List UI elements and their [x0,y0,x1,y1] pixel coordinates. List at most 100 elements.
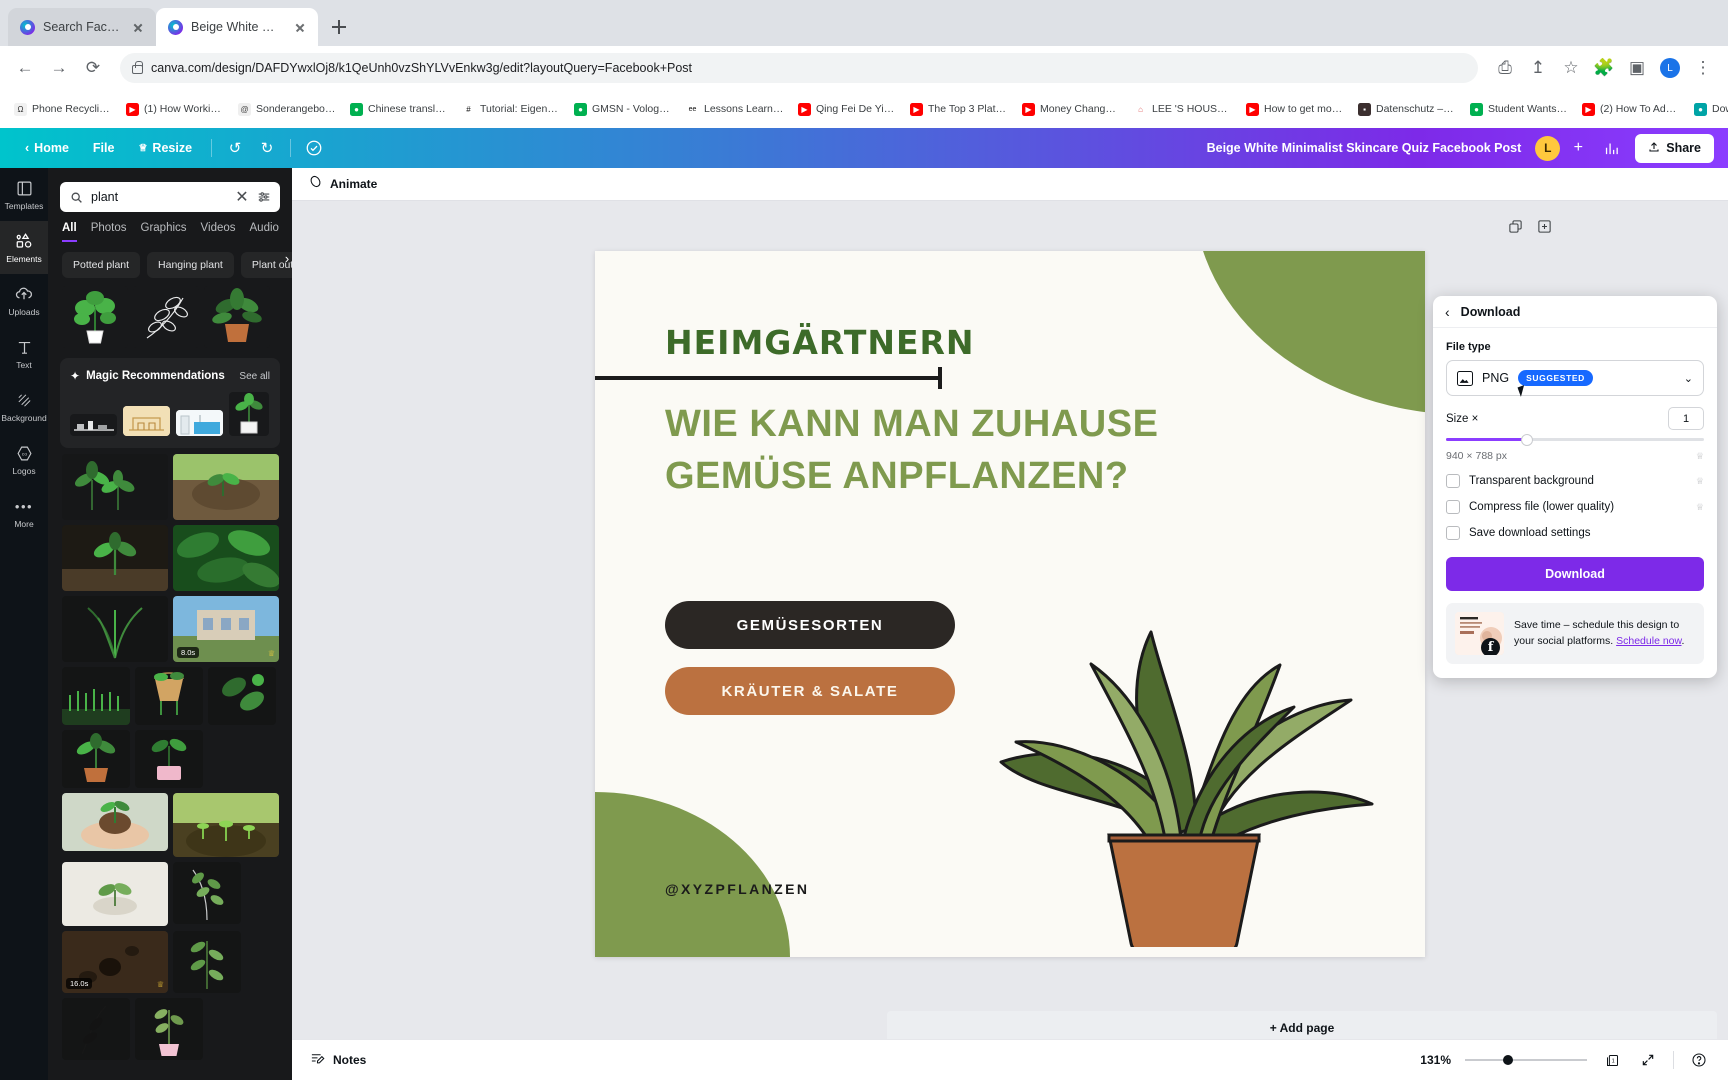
translate-icon[interactable]: ⎙ [1490,53,1520,83]
tab-audio[interactable]: Audio [250,222,279,242]
add-page-icon[interactable] [1537,219,1552,237]
checkbox[interactable] [1446,474,1460,488]
search-input[interactable]: plant [91,190,227,204]
size-input[interactable]: 1 [1668,407,1704,430]
bookmark-item[interactable]: ● GMSN - Vologda... [568,100,678,119]
magic-item[interactable] [176,410,223,436]
option-transparent-background[interactable]: Transparent background ♕ [1446,474,1704,488]
bookmark-item[interactable]: ▶ (1) How Working a... [120,100,230,119]
bookmark-item[interactable]: ▶ Qing Fei De Yi - Y... [792,100,902,119]
share-button[interactable]: Share [1635,133,1714,163]
sidebar-item-elements[interactable]: Elements [0,221,48,274]
result-item[interactable] [173,525,279,591]
tab-all[interactable]: All [62,222,77,242]
bookmark-item[interactable]: ▶ Money Changes E... [1016,100,1126,119]
home-button[interactable]: ‹ Home [14,134,80,162]
search-box[interactable]: plant ✕ [60,182,280,212]
result-item[interactable] [173,862,241,924]
browser-menu-icon[interactable]: ⋮ [1688,53,1718,83]
fullscreen-icon[interactable] [1637,1049,1659,1071]
help-icon[interactable] [1688,1049,1710,1071]
resize-button[interactable]: ♕ Resize [127,134,203,162]
tab-graphics[interactable]: Graphics [141,222,187,242]
extension-generic-icon[interactable]: ▣ [1622,53,1652,83]
result-item[interactable]: 8.0s ♕ [173,596,279,662]
result-item[interactable] [62,730,130,788]
bookmark-item[interactable]: ● Chinese translatio... [344,100,454,119]
avatar[interactable]: L [1535,135,1561,161]
file-menu-button[interactable]: File [82,134,126,162]
notes-button[interactable]: Notes [310,1051,366,1069]
tab-videos[interactable]: Videos [201,222,236,242]
extension-puzzle-icon[interactable]: 🧩 [1589,53,1619,83]
size-slider-knob[interactable] [1520,433,1533,446]
animate-label[interactable]: Animate [330,177,377,191]
plant-illustration[interactable] [981,547,1381,947]
see-all-link[interactable]: See all [239,371,270,382]
cloud-saved-icon[interactable] [299,134,329,162]
share-icon[interactable]: ↥ [1523,53,1553,83]
option-compress-file[interactable]: Compress file (lower quality) ♕ [1446,500,1704,514]
document-title[interactable]: Beige White Minimalist Skincare Quiz Fac… [1207,141,1522,155]
result-item[interactable] [173,931,241,993]
browser-tab-0[interactable]: Search Facebook Post - Canva [8,8,156,46]
bookmark-item[interactable]: ▶ The Top 3 Platfor... [904,100,1014,119]
sidebar-item-logos[interactable]: co Logos [0,433,48,486]
download-button[interactable]: Download [1446,557,1704,591]
sidebar-item-more[interactable]: ••• More [0,486,48,539]
magic-item[interactable] [70,414,117,436]
design-cta-secondary[interactable]: KRÄUTER & SALATE [665,667,955,715]
result-item[interactable] [62,454,168,520]
result-item[interactable] [135,998,203,1060]
checkbox[interactable] [1446,526,1460,540]
bookmark-item[interactable]: ● Download - Cooki... [1688,100,1728,119]
checkbox[interactable] [1446,500,1460,514]
tab-photos[interactable]: Photos [91,222,127,242]
result-item[interactable] [204,286,270,348]
back-icon[interactable]: ← [10,53,40,83]
result-item[interactable] [62,667,130,725]
zoom-slider[interactable] [1465,1055,1587,1065]
bookmark-item[interactable]: ▪ Datenschutz – Re... [1352,100,1462,119]
back-chevron-icon[interactable]: ‹ [1445,304,1450,320]
bookmark-item[interactable]: # Tutorial: Eigene Fa... [456,100,566,119]
close-icon[interactable] [130,19,146,35]
result-item[interactable] [62,525,168,591]
chevron-right-icon[interactable]: › [278,249,292,267]
chip-hanging-plant[interactable]: Hanging plant [147,252,234,278]
sidebar-item-background[interactable]: Background [0,380,48,433]
insights-icon[interactable] [1596,134,1626,162]
profile-avatar[interactable]: L [1655,53,1685,83]
forward-icon[interactable]: → [44,53,74,83]
filter-icon[interactable] [257,190,271,204]
result-item[interactable] [208,667,276,725]
duplicate-page-icon[interactable] [1508,219,1523,237]
chip-potted-plant[interactable]: Potted plant [62,252,141,278]
result-item[interactable] [62,998,130,1060]
result-item[interactable] [135,730,203,788]
sidebar-item-uploads[interactable]: Uploads [0,274,48,327]
result-item[interactable] [173,793,279,857]
browser-tab-1[interactable]: Beige White Minimalist Skincar [156,8,318,46]
result-item[interactable] [62,793,168,851]
result-item[interactable] [133,286,199,348]
result-item[interactable] [62,596,168,662]
zoom-level[interactable]: 131% [1420,1053,1451,1067]
page-manager-icon[interactable]: 1 [1601,1049,1623,1071]
invite-collaborator-icon[interactable]: + [1569,139,1587,157]
result-item[interactable] [135,667,203,725]
address-bar[interactable]: canva.com/design/DAFDYwxlOj8/k1QeUnh0vzS… [120,53,1478,83]
file-type-select[interactable]: PNG SUGGESTED ⌄ [1446,360,1704,396]
bookmark-item[interactable]: ▶ (2) How To Add A... [1576,100,1686,119]
result-item[interactable] [62,862,168,926]
bookmark-star-icon[interactable]: ☆ [1556,53,1586,83]
bookmark-item[interactable]: ⌂ LEE 'S HOUSE—... [1128,100,1238,119]
redo-icon[interactable]: ↻ [252,134,282,162]
design-eyebrow-text[interactable]: HEIMGÄRTNERN [665,323,975,362]
result-item[interactable] [62,286,128,348]
bookmark-item[interactable]: ● Student Wants an... [1464,100,1574,119]
clear-icon[interactable]: ✕ [235,189,249,206]
magic-item[interactable] [123,406,170,436]
bookmark-item[interactable]: ee Lessons Learned f... [680,100,790,119]
chevron-down-icon[interactable]: ⌄ [1684,372,1693,385]
